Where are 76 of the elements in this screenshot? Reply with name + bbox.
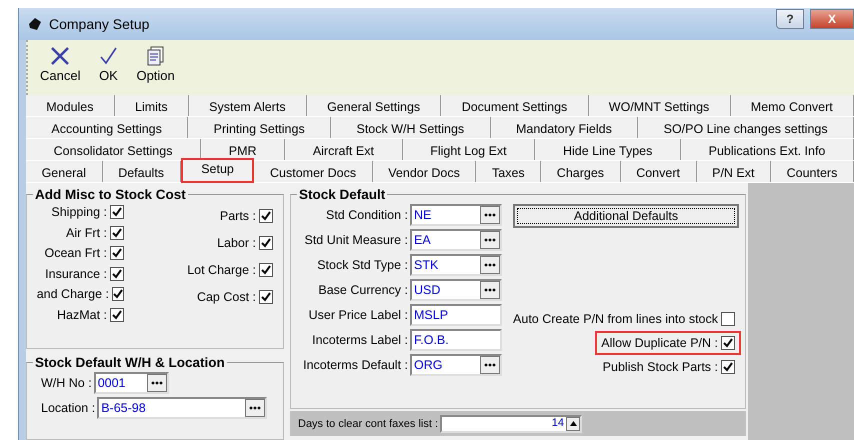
checkbox-label: Insurance : xyxy=(45,266,107,280)
browse-button[interactable] xyxy=(480,206,500,224)
checkbox[interactable] xyxy=(721,312,735,326)
checkbox-label: Shipping : xyxy=(51,205,107,219)
tab[interactable]: Setup xyxy=(180,158,254,183)
checkbox[interactable] xyxy=(110,226,124,240)
input-field[interactable]: 0001 xyxy=(94,372,169,394)
browse-button[interactable] xyxy=(480,256,500,274)
checkbox[interactable] xyxy=(259,263,273,277)
checkbox-label: Lot Charge : xyxy=(187,263,256,277)
input-field[interactable]: NE xyxy=(410,204,502,226)
group-title: Stock Default W/H & Location xyxy=(34,355,226,370)
checkbox[interactable] xyxy=(110,205,124,219)
checkbox-label: Ocean Frt : xyxy=(44,246,107,260)
toolbar-button[interactable]: Cancel xyxy=(40,46,80,95)
field-label: Days to clear cont faxes list : xyxy=(298,418,438,430)
checkbox[interactable] xyxy=(259,236,273,250)
checkbox-label: and Charge : xyxy=(36,287,109,301)
checkmark-icon xyxy=(98,46,118,66)
browse-button[interactable] xyxy=(480,356,500,374)
checkbox[interactable] xyxy=(110,308,124,322)
field-label: Base Currency : xyxy=(318,282,408,296)
checkbox[interactable] xyxy=(721,360,735,374)
checkbox[interactable] xyxy=(259,209,273,223)
field-label: Location : xyxy=(41,400,96,414)
field-label: Incoterms Label : xyxy=(312,332,408,346)
checkbox[interactable] xyxy=(112,287,124,301)
field-label: Stock Std Type : xyxy=(317,258,408,272)
up-arrow-icon xyxy=(570,420,576,426)
ellipsis-icon xyxy=(150,381,163,385)
ellipsis-icon xyxy=(484,363,496,367)
input-field[interactable]: STK xyxy=(410,254,502,276)
browse-button[interactable] xyxy=(480,280,500,298)
ellipsis-icon xyxy=(484,238,496,242)
checkbox[interactable] xyxy=(721,336,735,350)
group-title: Add Misc to Stock Cost xyxy=(34,187,187,202)
window-title: Company Setup xyxy=(49,16,150,32)
field-label: Std Unit Measure : xyxy=(304,232,408,246)
group-title: Stock Default xyxy=(298,187,386,202)
field-label: User Price Label : xyxy=(308,308,408,322)
field-label: Incoterms Default : xyxy=(303,358,408,372)
input-field[interactable]: F.O.B. xyxy=(410,328,502,350)
app-icon xyxy=(27,16,43,32)
checkbox-label: Parts : xyxy=(220,209,256,223)
checkbox-label: Labor : xyxy=(217,236,256,250)
ellipsis-icon xyxy=(484,263,496,267)
checkbox[interactable] xyxy=(110,246,124,260)
checkbox-label: Publish Stock Parts : xyxy=(602,360,718,374)
ellipsis-icon xyxy=(484,213,496,217)
document-icon xyxy=(146,46,165,66)
toolbar-button[interactable]: Option xyxy=(136,46,175,95)
input-field[interactable]: MSLP xyxy=(410,304,502,326)
checkbox-label: Auto Create P/N from lines into stock xyxy=(513,312,718,326)
checkbox-label: Air Frt : xyxy=(66,226,107,240)
checkbox[interactable] xyxy=(259,290,273,304)
ellipsis-icon xyxy=(484,288,496,292)
field-label: W/H No : xyxy=(41,376,92,390)
spin-up-button[interactable] xyxy=(566,416,580,430)
checkbox[interactable] xyxy=(110,266,124,280)
checkbox-label: HazMat : xyxy=(56,308,107,322)
input-field[interactable]: EA xyxy=(410,228,502,250)
cancel-icon xyxy=(49,46,72,66)
input-field[interactable]: USD xyxy=(410,278,502,300)
help-button[interactable]: ? xyxy=(776,9,804,29)
browse-button[interactable] xyxy=(480,230,500,248)
spin-field[interactable]: 14 xyxy=(440,414,582,432)
checkbox-label: Cap Cost : xyxy=(196,290,256,304)
toolbar-button[interactable]: OK xyxy=(98,46,118,95)
additional-defaults-button[interactable]: Additional Defaults xyxy=(513,204,739,228)
checkbox-label: Allow Duplicate P/N : xyxy=(601,336,718,350)
field-label: Std Condition : xyxy=(326,208,408,222)
browse-button[interactable] xyxy=(146,374,167,392)
input-field[interactable]: ORG xyxy=(410,354,502,376)
ellipsis-icon xyxy=(249,406,262,410)
input-field[interactable]: B-65-98 xyxy=(97,396,268,418)
browse-button[interactable] xyxy=(245,398,266,416)
